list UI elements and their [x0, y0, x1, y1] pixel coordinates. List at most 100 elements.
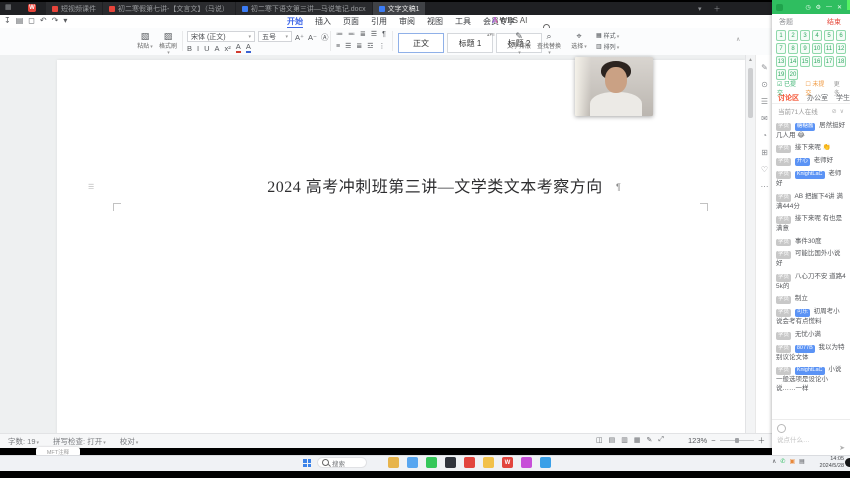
zoom-level[interactable]: 123% — [688, 436, 707, 445]
ribbon-tool-button[interactable]: ✎ 文字排版 — [506, 31, 532, 56]
font-tool-icon[interactable]: A⁻ — [308, 34, 317, 42]
document-tab[interactable]: 初二寒假第七讲-【文言文】（马说） — [103, 2, 235, 15]
online-bar-icon[interactable]: ∨ — [840, 108, 844, 115]
zoom-slider-knob[interactable] — [735, 438, 739, 443]
menu-tab[interactable]: 页面 — [343, 16, 359, 27]
menu-tab[interactable]: 插入 — [315, 16, 331, 27]
answer-number-chip[interactable]: 11 — [824, 43, 834, 54]
scrollbar-thumb[interactable] — [748, 68, 753, 118]
view-mode-icon[interactable]: ▤ — [609, 436, 616, 444]
compact-tool-button[interactable]: ▦ 样式 — [596, 31, 619, 40]
paragraph-handle-icon[interactable]: ☰ — [88, 183, 94, 191]
alignment-icon[interactable]: ≣ — [356, 43, 362, 51]
view-mode-icon[interactable]: ▦ — [634, 436, 641, 444]
char-format-icon[interactable]: A — [246, 43, 251, 53]
answer-number-chip[interactable]: 13 — [776, 56, 786, 67]
answer-number-chip[interactable]: 18 — [836, 56, 846, 67]
quick-access-icon[interactable]: ↧ — [4, 16, 11, 26]
style-preset[interactable]: 正文 — [398, 33, 444, 53]
taskbar-app-icon[interactable] — [445, 457, 456, 468]
paste-button[interactable]: ▧ 粘贴 — [136, 31, 154, 50]
char-format-icon[interactable]: I — [197, 45, 199, 53]
answer-number-chip[interactable]: 6 — [836, 30, 846, 41]
vertical-scrollbar[interactable]: ▲ — [745, 55, 755, 433]
font-tool-icon[interactable]: Ⓐ — [321, 34, 329, 42]
document-tab[interactable]: 初二寒下语文第三讲—马说笔记.docx — [236, 2, 372, 15]
floating-ball[interactable] — [845, 458, 850, 467]
char-format-icon[interactable]: U — [204, 45, 209, 53]
panel-tool-icon[interactable]: ✎ — [761, 63, 768, 72]
answer-number-chip[interactable]: 12 — [836, 43, 846, 54]
char-format-icon[interactable]: x² — [225, 45, 231, 53]
taskbar-app-icon[interactable] — [521, 457, 532, 468]
panel-tool-icon[interactable]: ♡ — [761, 165, 768, 174]
answer-number-chip[interactable]: 4 — [812, 30, 822, 41]
answer-number-chip[interactable]: 10 — [812, 43, 822, 54]
alignment-icon[interactable]: ☲ — [367, 43, 373, 51]
char-format-icon[interactable]: B — [187, 45, 192, 53]
taskbar-app-icon[interactable] — [540, 457, 551, 468]
paragraph-icon[interactable]: ☰ — [371, 31, 377, 39]
header-icon[interactable]: ✕ — [837, 4, 842, 11]
answer-number-chip[interactable]: 8 — [788, 43, 798, 54]
panel-tool-icon[interactable]: ⋯ — [761, 182, 769, 191]
answer-number-chip[interactable]: 7 — [776, 43, 786, 54]
tray-icon[interactable]: ▤ — [799, 458, 805, 465]
app-menu-icon[interactable]: ▦ — [5, 4, 13, 12]
scroll-up-icon[interactable]: ▲ — [746, 57, 755, 63]
font-tool-icon[interactable]: A⁺ — [295, 34, 304, 42]
end-button[interactable]: 结束 — [827, 17, 841, 27]
document-tab[interactable]: 短视频课件 — [46, 2, 102, 15]
styles-scroll-arrows[interactable]: ▴▾≡ — [487, 32, 493, 38]
menu-tab[interactable]: 引用 — [371, 16, 387, 27]
answer-number-chip[interactable]: 17 — [824, 56, 834, 67]
chat-message-list[interactable]: 学员 糖糖酱 居然挺好几人用 😂 学员 接下来呢 👏 学员 开心 老师好 学员 … — [776, 118, 846, 397]
start-button[interactable] — [303, 459, 311, 467]
document-title-text[interactable]: 2024 高考冲刺班第三讲—文学类文本考察方向 — [240, 173, 630, 197]
taskbar-clock[interactable]: 14:05 2024/5/28 — [818, 456, 844, 470]
font-size-select[interactable]: 五号 — [258, 31, 292, 42]
menu-tab[interactable]: 视图 — [427, 16, 443, 27]
taskbar-app-icon[interactable] — [388, 457, 399, 468]
answer-number-chip[interactable]: 3 — [800, 30, 810, 41]
quick-access-icon[interactable]: ▾ — [63, 16, 67, 26]
panel-tool-icon[interactable]: ✉ — [761, 114, 768, 123]
panel-tool-icon[interactable]: ☰ — [761, 97, 768, 106]
taskbar-app-icon[interactable] — [407, 457, 418, 468]
view-mode-icon[interactable]: ▥ — [621, 436, 628, 444]
status-item[interactable]: 校对 — [120, 436, 139, 447]
taskbar-app-icon[interactable] — [426, 457, 437, 468]
emoji-icon[interactable] — [777, 424, 786, 433]
taskbar-app-icon[interactable]: W — [502, 457, 513, 468]
paragraph-icon[interactable]: ≣ — [360, 31, 366, 39]
zoom-in-button[interactable]: ＋ — [758, 435, 766, 446]
char-format-icon[interactable]: A — [236, 43, 241, 53]
menu-tab[interactable]: 工具 — [455, 16, 471, 27]
sidebar-tab[interactable]: 讨论区 — [778, 93, 799, 103]
format-painter-button[interactable]: ▨ 格式刷 — [158, 31, 178, 56]
taskbar-app-icon[interactable] — [483, 457, 494, 468]
answer-number-chip[interactable]: 1 — [776, 30, 786, 41]
compact-tool-button[interactable]: ▥ 排列 — [596, 42, 619, 51]
wps-ai-button[interactable]: A WPS AI — [492, 16, 527, 25]
quick-access-icon[interactable]: ◻ — [28, 16, 35, 26]
sidebar-tab[interactable]: 办公室 — [807, 93, 828, 103]
header-icon[interactable]: — — [826, 4, 832, 11]
tab-overflow-controls[interactable]: ▾ ＋ — [698, 4, 725, 14]
panel-tool-icon[interactable]: ◔ — [762, 131, 767, 140]
menu-tab[interactable]: 审阅 — [399, 16, 415, 27]
alignment-icon[interactable]: ⋮ — [379, 43, 386, 51]
ribbon-collapse-icon[interactable]: ∧ — [736, 36, 740, 43]
chat-input-placeholder[interactable]: 说点什么… — [777, 434, 810, 444]
zoom-out-button[interactable]: − — [711, 436, 715, 445]
font-name-select[interactable]: 宋体 (正文) — [187, 31, 255, 42]
panel-tool-icon[interactable]: ⊙ — [761, 80, 768, 89]
header-icon[interactable]: ⚙ — [816, 4, 821, 11]
tray-icon[interactable]: ▣ — [789, 458, 795, 465]
quick-access-icon[interactable]: ↷ — [52, 16, 59, 26]
document-tab[interactable]: 文字文稿1 — [373, 2, 426, 15]
tray-icon[interactable]: ∧ — [772, 458, 776, 465]
panel-tool-icon[interactable]: ⊞ — [761, 148, 768, 157]
send-icon[interactable]: ➤ — [839, 444, 845, 452]
answer-number-chip[interactable]: 5 — [824, 30, 834, 41]
